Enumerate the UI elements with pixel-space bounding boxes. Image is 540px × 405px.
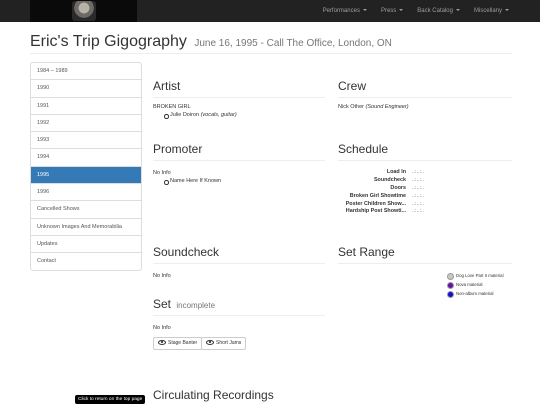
short-jams-button[interactable]: Short Jams — [201, 337, 247, 350]
artist-divider — [153, 97, 325, 98]
eye-icon — [158, 340, 166, 346]
promoter-divider — [153, 160, 325, 161]
legend-item: Nova material — [447, 282, 508, 289]
stage-banter-label: Stage Banter — [168, 340, 198, 346]
sidebar-item-1990[interactable]: 1990 — [31, 80, 141, 98]
schedule-time: ..:..:.. — [412, 184, 424, 191]
sidebar-item-updates[interactable]: Updates — [31, 236, 141, 254]
sidebar-item-contact[interactable]: Contact — [31, 253, 141, 269]
nav-press[interactable]: Press — [374, 0, 410, 22]
schedule-divider — [338, 160, 512, 161]
sidebar-item-1994[interactable]: 1994 — [31, 149, 141, 167]
soundcheck-heading: Soundcheck — [153, 245, 220, 259]
schedule-label: Hardship Post Showti... — [345, 208, 406, 215]
page-title: Eric's Trip Gigography June 16, 1995 - C… — [30, 33, 392, 51]
sidebar-item-1995[interactable]: 1995 — [31, 166, 141, 185]
site-logo[interactable] — [30, 0, 137, 22]
eye-icon — [206, 340, 214, 346]
stage-banter-button[interactable]: Stage Banter — [153, 337, 203, 350]
title-divider — [30, 53, 512, 54]
artist-band-name: BROKEN GIRL — [153, 104, 191, 110]
set-status: incomplete — [176, 301, 216, 310]
crew-heading: Crew — [338, 79, 367, 93]
sidebar-item-1991[interactable]: 1991 — [31, 98, 141, 115]
nav-performances[interactable]: Performances — [316, 0, 374, 22]
artist-heading: Artist — [153, 79, 181, 93]
short-jams-label: Short Jams — [216, 340, 242, 346]
promoter-heading: Promoter — [153, 142, 203, 156]
schedule-table: Load In..:..:.. Soundcheck..:..:.. Doors… — [338, 169, 424, 216]
schedule-row: Soundcheck..:..:.. — [338, 177, 424, 185]
schedule-time: ..:..:.. — [412, 200, 424, 207]
member-name: Julie Doiron — [170, 112, 200, 118]
schedule-time: ..:..:.. — [412, 169, 424, 175]
schedule-label: Doors — [390, 184, 406, 191]
schedule-time: ..:..:.. — [412, 192, 424, 199]
schedule-row: Load In..:..:.. — [338, 169, 424, 177]
legend-label: Non-album material — [456, 291, 494, 296]
schedule-time: ..:..:.. — [412, 208, 424, 215]
back-to-top-tooltip[interactable]: Click to return on the top page — [75, 395, 146, 404]
crew-member: Nick Other (Sound Engineer) — [338, 104, 409, 110]
schedule-row: Hardship Post Showti.....:..:.. — [338, 208, 424, 216]
crew-role: (Sound Engineer) — [365, 104, 409, 110]
set-divider — [153, 315, 325, 316]
legend-item: Dog Love Part II material — [447, 273, 508, 280]
set-title: Set — [153, 297, 172, 311]
legend-label: Dog Love Part II material — [456, 273, 504, 278]
caret-down-icon — [362, 9, 367, 12]
schedule-heading: Schedule — [338, 142, 389, 156]
sidebar-item-1993[interactable]: 1993 — [31, 132, 141, 150]
page-title-text: Eric's Trip Gigography — [30, 33, 187, 50]
caret-down-icon — [399, 9, 404, 12]
top-navbar: Performances Press Back Catalog Miscella… — [0, 0, 540, 22]
set-range-legend: Dog Love Part II material Nova material … — [447, 273, 508, 300]
schedule-row: Doors..:..:.. — [338, 185, 424, 193]
schedule-row: Poster Children Show.....:..:.. — [338, 201, 424, 209]
crew-name: Nick Other — [338, 104, 364, 110]
sidebar-item-cancelled-shows[interactable]: Cancelled Shows — [31, 201, 141, 219]
logo-image — [72, 1, 96, 21]
legend-label: Nova material — [456, 282, 483, 287]
sidebar-item-1992[interactable]: 1992 — [31, 115, 141, 133]
artist-member: Julie Doiron (vocals, guitar) — [164, 112, 237, 119]
caret-down-icon — [505, 9, 509, 12]
legend-swatch — [447, 273, 454, 280]
soundcheck-divider — [153, 263, 325, 264]
schedule-label: Broken Girl Showtime — [349, 192, 406, 199]
promoter-info: No Info — [153, 170, 171, 176]
sidebar-item-1984-1989[interactable]: 1984 – 1989 — [31, 63, 141, 81]
year-sidebar: 1984 – 1989 1990 1991 1992 1993 1994 199… — [30, 62, 142, 271]
legend-item: Non-album material — [447, 291, 508, 298]
nav-menu: Performances Press Back Catalog Miscella… — [316, 0, 516, 22]
schedule-label: Soundcheck — [373, 176, 406, 183]
nav-back-catalog[interactable]: Back Catalog — [410, 0, 467, 22]
sidebar-item-1996[interactable]: 1996 — [31, 184, 141, 202]
sidebar-item-unknown-images[interactable]: Unknown Images And Memorabilia — [31, 219, 141, 236]
crew-divider — [338, 97, 512, 98]
member-role: (vocals, guitar) — [200, 112, 237, 118]
promoter-name: Name Here If Known — [163, 178, 222, 185]
schedule-row: Broken Girl Showtime..:..:.. — [338, 193, 424, 201]
soundcheck-info: No Info — [153, 273, 171, 279]
set-heading: Set incomplete — [153, 297, 215, 311]
set-range-heading: Set Range — [338, 245, 395, 259]
legend-swatch — [447, 291, 454, 298]
schedule-label: Load In — [386, 169, 406, 175]
legend-swatch — [447, 282, 454, 289]
schedule-time: ..:..:.. — [412, 176, 424, 183]
nav-miscellany[interactable]: Miscellany — [467, 0, 516, 22]
recordings-heading: Circulating Recordings — [153, 388, 274, 402]
set-info: No Info — [153, 325, 171, 331]
page-subtitle: June 16, 1995 - Call The Office, London,… — [194, 38, 392, 49]
set-range-divider — [338, 263, 512, 264]
caret-down-icon — [455, 9, 460, 12]
schedule-label: Poster Children Show... — [345, 200, 406, 207]
